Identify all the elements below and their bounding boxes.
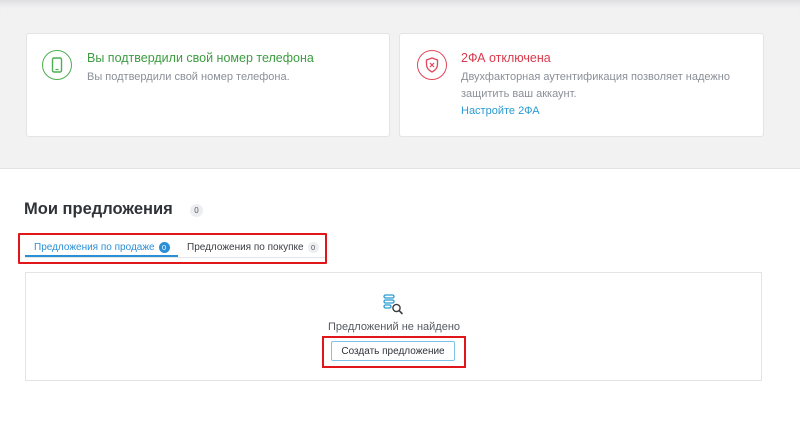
shield-x-icon	[417, 50, 447, 80]
phone-verified-card: Вы подтвердили свой номер телефона Вы по…	[26, 33, 390, 137]
twofa-card-text: Двухфакторная аутентификация позволяет н…	[461, 71, 730, 100]
phone-icon	[42, 50, 72, 80]
setup-twofa-link[interactable]: Настройте 2ФА	[461, 105, 540, 117]
offers-count-badge: 0	[190, 204, 203, 217]
tabs-highlight-box	[18, 233, 327, 264]
empty-state-text: Предложений не найдено	[0, 321, 800, 333]
twofa-card-title: 2ФА отключена	[461, 51, 551, 65]
list-search-icon	[382, 293, 404, 315]
button-highlight-box	[322, 336, 466, 368]
twofa-disabled-card: 2ФА отключена Двухфакторная аутентификац…	[399, 33, 764, 137]
phone-card-title: Вы подтвердили свой номер телефона	[87, 51, 314, 65]
empty-state-label: Предложений не найдено	[327, 321, 461, 333]
phone-card-text: Вы подтвердили свой номер телефона.	[87, 71, 290, 83]
offers-section-title: Мои предложения	[24, 200, 173, 218]
